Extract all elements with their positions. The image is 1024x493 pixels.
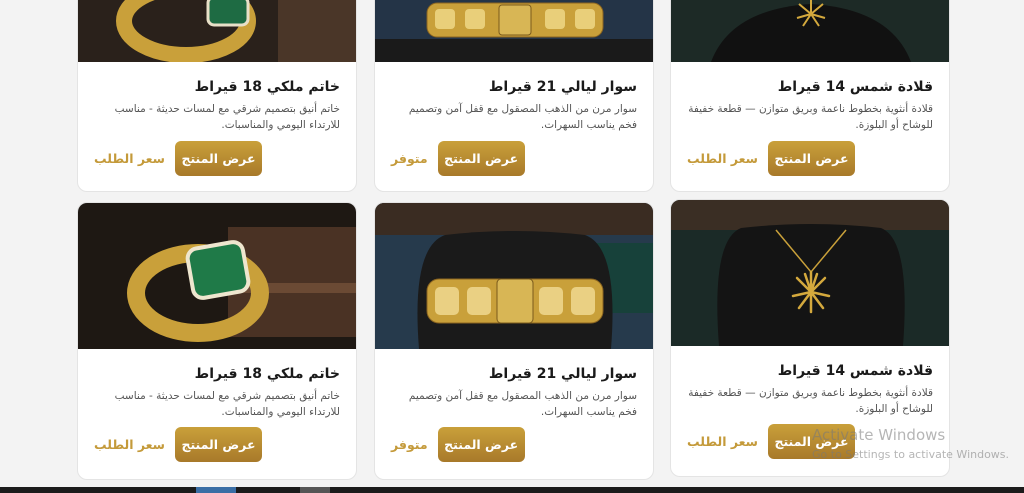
product-card[interactable]: سوار ليالي 21 قيراط سوار مرن من الذهب ال… xyxy=(374,202,654,480)
product-description: قلادة أنثوية بخطوط ناعمة وبريق متوازن — … xyxy=(688,387,933,415)
taskbar[interactable] xyxy=(0,487,1024,493)
product-title: قلادة شمس 14 قيراط xyxy=(777,79,933,95)
product-card[interactable]: قلادة شمس 14 قيراط قلادة أنثوية بخطوط نا… xyxy=(670,0,950,192)
product-title: خاتم ملكي 18 قيراط xyxy=(194,79,340,95)
watermark-subtitle: Go to Settings to activate Windows. xyxy=(812,448,1010,461)
product-image[interactable] xyxy=(78,0,356,62)
product-image[interactable] xyxy=(78,203,356,349)
price-status: سعر الطلب xyxy=(94,151,165,166)
price-status: متوفر xyxy=(391,151,428,166)
product-title: سوار ليالي 21 قيراط xyxy=(488,79,637,95)
product-title: سوار ليالي 21 قيراط xyxy=(488,366,637,382)
product-card[interactable]: خاتم ملكي 18 قيراط خاتم أنيق بتصميم شرقي… xyxy=(77,202,357,480)
product-card[interactable]: سوار ليالي 21 قيراط سوار مرن من الذهب ال… xyxy=(374,0,654,192)
product-title: قلادة شمس 14 قيراط xyxy=(777,363,933,379)
product-description: سوار مرن من الذهب المصقول مع قفل آمن وتص… xyxy=(408,103,637,131)
product-description: قلادة أنثوية بخطوط ناعمة وبريق متوازن — … xyxy=(688,103,933,131)
product-image[interactable] xyxy=(375,203,653,349)
view-product-button[interactable]: عرض المنتج xyxy=(767,141,855,176)
view-product-button[interactable]: عرض المنتج xyxy=(174,427,262,462)
product-image[interactable] xyxy=(671,200,949,346)
product-description: خاتم أنيق بتصميم شرقي مع لمسات حديثة - م… xyxy=(114,103,340,131)
product-card[interactable]: خاتم ملكي 18 قيراط خاتم أنيق بتصميم شرقي… xyxy=(77,0,357,192)
view-product-button[interactable]: عرض المنتج xyxy=(437,141,525,176)
product-image[interactable] xyxy=(671,0,949,62)
product-image[interactable] xyxy=(375,0,653,62)
product-title: خاتم ملكي 18 قيراط xyxy=(194,366,340,382)
view-product-button[interactable]: عرض المنتج xyxy=(174,141,262,176)
taskbar-app-icon[interactable] xyxy=(300,487,330,493)
watermark-title: Activate Windows xyxy=(812,426,946,444)
product-description: خاتم أنيق بتصميم شرقي مع لمسات حديثة - م… xyxy=(114,390,340,418)
price-status: سعر الطلب xyxy=(94,437,165,452)
price-status: متوفر xyxy=(391,437,428,452)
view-product-button[interactable]: عرض المنتج xyxy=(437,427,525,462)
taskbar-app-icon[interactable] xyxy=(196,487,236,493)
product-description: سوار مرن من الذهب المصقول مع قفل آمن وتص… xyxy=(408,390,637,418)
activate-windows-watermark: Activate Windows Go to Settings to activ… xyxy=(812,426,1009,461)
price-status: سعر الطلب xyxy=(687,434,758,449)
price-status: سعر الطلب xyxy=(687,151,758,166)
